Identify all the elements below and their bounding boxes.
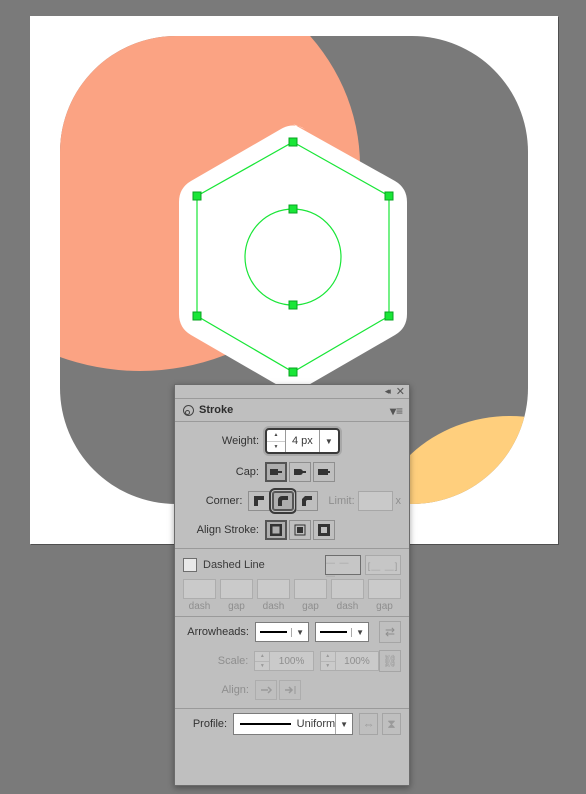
weight-label: Weight: xyxy=(183,435,265,447)
arrowheads-label: Arrowheads: xyxy=(183,626,255,638)
scale-end-input: ▲▼ 100% xyxy=(320,651,379,671)
profile-value: Uniform xyxy=(297,718,336,730)
gap-input-1 xyxy=(220,579,253,599)
profile-preview-icon xyxy=(240,723,291,725)
cap-round-button[interactable] xyxy=(289,462,311,482)
panel-title: Stroke xyxy=(199,404,233,416)
corner-bevel-button[interactable] xyxy=(296,491,318,511)
gap-input-2 xyxy=(294,579,327,599)
row-profile: Profile: Uniform ▼ ⇔ ⧗ xyxy=(183,713,401,735)
align-inside-button[interactable] xyxy=(289,520,311,540)
dash-input-1 xyxy=(183,579,216,599)
arrow-align-extend-button xyxy=(255,680,277,700)
divider xyxy=(175,708,409,709)
dashed-line-checkbox[interactable]: Dashed Line xyxy=(183,558,265,572)
arrow-align-tip-button xyxy=(279,680,301,700)
link-scale-button: ⛓ xyxy=(379,650,401,672)
dashed-line-label: Dashed Line xyxy=(203,559,265,571)
row-cap: Cap: xyxy=(183,461,401,483)
row-arrow-align: Align: xyxy=(183,679,401,701)
dash-gap-inputs xyxy=(183,579,401,599)
anchor-handle[interactable] xyxy=(193,192,201,200)
divider xyxy=(175,548,409,549)
align-outside-button[interactable] xyxy=(313,520,335,540)
row-dashed: Dashed Line ⸏ ⸏ ⸏ [⸏ ⸏] xyxy=(183,555,401,575)
arrowhead-end-select[interactable]: ▼ xyxy=(315,622,369,642)
limit-label: Limit: xyxy=(318,495,354,507)
anchor-handle[interactable] xyxy=(289,368,297,376)
stroke-panel[interactable]: ◂◂ ✕ Stroke ▾≡ Weight: ▲▼ 4 px ▼ Cap: xyxy=(174,384,410,786)
collapse-icon[interactable]: ◂◂ xyxy=(385,386,388,397)
panel-tab-stroke[interactable]: Stroke ▾≡ xyxy=(175,399,409,422)
checkbox-icon[interactable] xyxy=(183,558,197,572)
row-arrow-scale: Scale: ▲▼ 100% ▲▼ 100% ⛓ xyxy=(183,650,401,672)
flip-across-button: ⧗ xyxy=(382,713,401,735)
anchor-handle[interactable] xyxy=(289,205,297,213)
align-stroke-label: Align Stroke: xyxy=(183,524,265,536)
row-weight: Weight: ▲▼ 4 px ▼ xyxy=(183,428,401,454)
corner-round-button[interactable] xyxy=(272,491,294,511)
cap-butt-button[interactable] xyxy=(265,462,287,482)
anchor-handle[interactable] xyxy=(289,138,297,146)
gap-input-3 xyxy=(368,579,401,599)
weight-value[interactable]: 4 px xyxy=(286,430,319,452)
flip-along-button: ⇔ xyxy=(359,713,378,735)
spinner-buttons[interactable]: ▲▼ xyxy=(267,430,286,452)
corner-miter-button[interactable] xyxy=(248,491,270,511)
weight-dropdown[interactable]: ▼ xyxy=(319,430,338,452)
anchor-handle[interactable] xyxy=(385,312,393,320)
dash-input-2 xyxy=(257,579,290,599)
flyout-menu-icon[interactable]: ▾≡ xyxy=(390,404,403,418)
arrowhead-start-select[interactable]: ▼ xyxy=(255,622,309,642)
panel-titlebar[interactable]: ◂◂ ✕ xyxy=(175,385,409,399)
link-icon xyxy=(183,405,194,416)
limit-suffix: x xyxy=(396,495,402,507)
row-align-stroke: Align Stroke: xyxy=(183,519,401,541)
align-center-button[interactable] xyxy=(265,520,287,540)
limit-input xyxy=(358,491,393,511)
row-arrowheads: Arrowheads: ▼ ▼ ⇄ xyxy=(183,621,401,643)
profile-select[interactable]: Uniform ▼ xyxy=(233,713,353,735)
row-corner: Corner: Limit: x xyxy=(183,490,401,512)
dash-preset-preserve[interactable]: ⸏ ⸏ ⸏ xyxy=(325,555,361,575)
scale-label: Scale: xyxy=(183,655,254,667)
profile-label: Profile: xyxy=(183,718,233,730)
swap-arrowheads-button[interactable]: ⇄ xyxy=(379,621,401,643)
dash-preset-align[interactable]: [⸏ ⸏] xyxy=(365,555,401,575)
panel-body: Weight: ▲▼ 4 px ▼ Cap: xyxy=(175,422,409,750)
cap-projecting-button[interactable] xyxy=(313,462,335,482)
weight-input[interactable]: ▲▼ 4 px ▼ xyxy=(265,428,340,454)
anchor-handle[interactable] xyxy=(193,312,201,320)
anchor-handle[interactable] xyxy=(385,192,393,200)
cap-label: Cap: xyxy=(183,466,265,478)
dash-input-3 xyxy=(331,579,364,599)
scale-start-input: ▲▼ 100% xyxy=(254,651,313,671)
corner-label: Corner: xyxy=(183,495,248,507)
divider xyxy=(175,616,409,617)
arrow-align-label: Align: xyxy=(183,684,255,696)
close-icon[interactable]: ✕ xyxy=(396,385,405,398)
anchor-handle[interactable] xyxy=(289,301,297,309)
dash-gap-labels: dash gap dash gap dash gap xyxy=(183,601,401,612)
